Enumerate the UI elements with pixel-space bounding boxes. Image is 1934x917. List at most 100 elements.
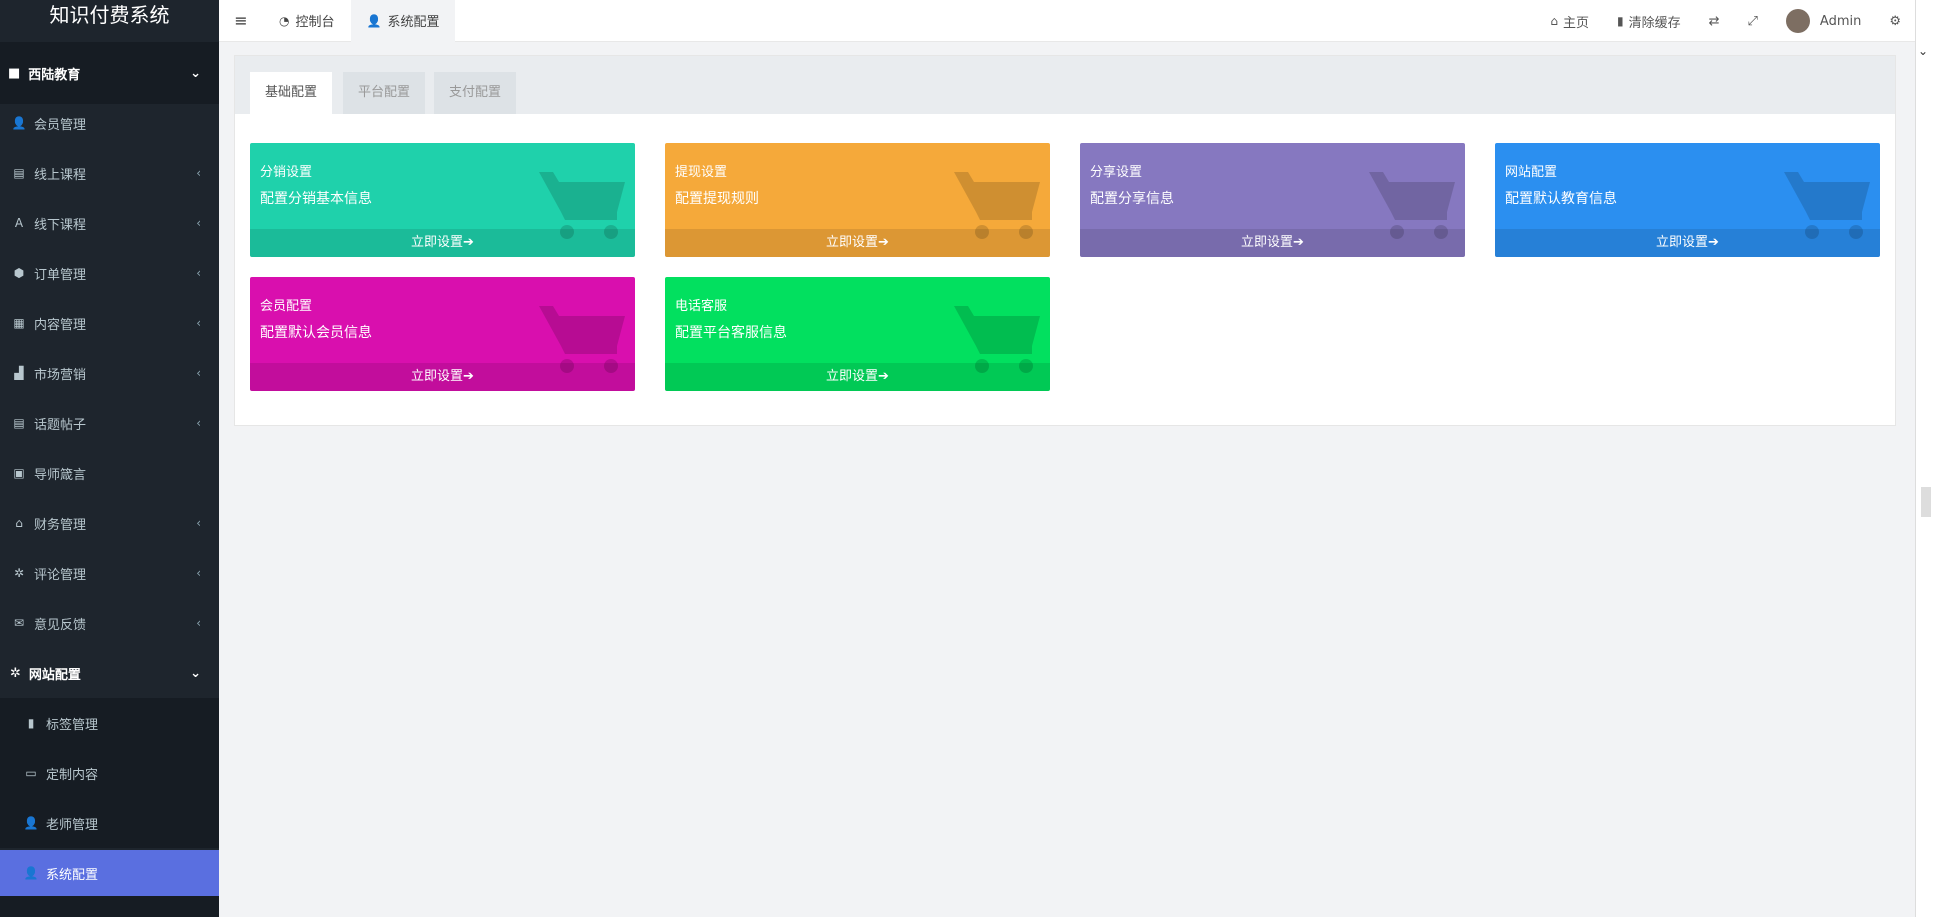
sidebar-item-feedback[interactable]: ✉ 意见反馈 ‹: [0, 598, 219, 648]
card-title: 提现设置: [675, 165, 728, 180]
sidebar-item-finance[interactable]: ⌂ 财务管理 ‹: [0, 498, 219, 548]
sidebar-item-label: 话题帖子: [34, 417, 87, 433]
sidebar-item-teachers[interactable]: 👤 老师管理: [0, 798, 219, 848]
sidebar-item-label: 标签管理: [46, 717, 99, 733]
sidebar-item-custom-content[interactable]: ▭ 定制内容: [0, 748, 219, 798]
chevron-down-icon: ⌄: [1918, 44, 1929, 58]
card-desc: 配置分享信息: [1090, 191, 1174, 207]
chevron-left-icon: ‹: [196, 266, 201, 280]
card-desc: 配置默认教育信息: [1505, 191, 1617, 207]
card-share: 分享设置 配置分享信息 立即设置➔: [1080, 143, 1465, 257]
sidebar-item-topics[interactable]: ▤ 话题帖子 ‹: [0, 398, 219, 448]
card-action-button[interactable]: 立即设置➔: [665, 363, 1050, 391]
card-action-button[interactable]: 立即设置➔: [665, 229, 1050, 257]
folder-open-icon: ▭: [25, 766, 37, 780]
tab-payment-config[interactable]: 支付配置: [434, 72, 517, 114]
avatar: [1785, 9, 1810, 33]
fullscreen-icon: ⤢: [1747, 13, 1758, 29]
chevron-left-icon: ‹: [196, 416, 201, 430]
card-distribution: 分销设置 配置分销基本信息 立即设置➔: [250, 143, 635, 257]
chevron-left-icon: ‹: [196, 616, 201, 630]
dashboard-icon: ◔: [279, 13, 290, 28]
tab-label: 控制台: [295, 15, 335, 30]
envelope-icon: ✉: [13, 616, 25, 630]
sidebar: 知识付费系统 ■ 西陆教育 ⌄ 👤 会员管理 ▤ 线上课程 ‹ A 线下课程 ‹…: [0, 0, 219, 917]
card-site-config: 网站配置 配置默认教育信息 立即设置➔: [1495, 143, 1880, 257]
list-icon: ▦: [13, 316, 25, 330]
card-title: 分享设置: [1090, 165, 1143, 180]
topbar: ≡ ◔ 控制台 👤 系统配置 ⌂ 主页 ▮ 清除缓存 ⇄ ⤢ Admin ⚙: [219, 0, 1915, 42]
sidebar-bottom: [0, 896, 219, 917]
sidebar-group-label: 网站配置: [28, 667, 81, 683]
topbar-right: ⌂ 主页 ▮ 清除缓存 ⇄ ⤢ Admin ⚙: [1536, 0, 1915, 42]
user-menu[interactable]: Admin: [1772, 9, 1875, 33]
cube-icon: ⬢: [13, 266, 25, 280]
chevron-down-icon: ⌄: [190, 665, 201, 681]
card-desc: 配置平台客服信息: [675, 325, 787, 341]
user-name: Admin: [1819, 13, 1862, 29]
sidebar-group-xilu[interactable]: ■ 西陆教育 ⌄: [0, 42, 219, 104]
card-title: 网站配置: [1505, 165, 1558, 180]
gear-icon: ✲: [10, 665, 21, 681]
tab-label: 系统配置: [387, 15, 440, 30]
chevron-left-icon: ‹: [196, 166, 201, 180]
tab-platform-config[interactable]: 平台配置: [343, 72, 426, 114]
sidebar-item-mentor-quotes[interactable]: ▣ 导师箴言: [0, 448, 219, 498]
sidebar-item-label: 内容管理: [34, 317, 87, 333]
sidebar-item-label: 系统配置: [46, 867, 99, 883]
bank-icon: ⌂: [15, 516, 23, 530]
settings-button[interactable]: ⚙: [1875, 14, 1915, 29]
book-icon: ▤: [13, 166, 25, 180]
sidebar-item-label: 订单管理: [34, 267, 87, 283]
sidebar-item-offline-courses[interactable]: A 线下课程 ‹: [0, 198, 219, 248]
sidebar-item-system-config[interactable]: 👤 系统配置: [0, 850, 219, 896]
sidebar-item-label: 线上课程: [34, 167, 87, 183]
file-icon: ▤: [13, 416, 25, 430]
user-icon: 👤: [11, 116, 27, 130]
card-member-config: 会员配置 配置默认会员信息 立即设置➔: [250, 277, 635, 391]
sidebar-item-comments[interactable]: ✲ 评论管理 ‹: [0, 548, 219, 598]
clear-cache-label: 清除缓存: [1628, 15, 1681, 31]
home-link[interactable]: ⌂ 主页: [1536, 12, 1603, 31]
scrollbar-thumb[interactable]: [1921, 487, 1931, 517]
menu-toggle-icon[interactable]: ≡: [219, 11, 263, 30]
calendar-icon: ▣: [13, 466, 25, 480]
right-edge: ⌄: [1915, 0, 1934, 917]
sidebar-item-label: 意见反馈: [34, 617, 87, 633]
sidebar-item-label: 线下课程: [34, 217, 87, 233]
sidebar-item-online-courses[interactable]: ▤ 线上课程 ‹: [0, 148, 219, 198]
card-action-button[interactable]: 立即设置➔: [250, 363, 635, 391]
tab-basic-config[interactable]: 基础配置: [250, 72, 333, 114]
translate-icon: ⇄: [1708, 13, 1720, 29]
industry-icon: ▟: [14, 366, 24, 380]
card-desc: 配置提现规则: [675, 191, 759, 207]
panel-tabs: 基础配置 平台配置 支付配置: [235, 56, 1895, 114]
translate-button[interactable]: ⇄: [1695, 14, 1734, 29]
sidebar-item-label: 市场营销: [34, 367, 87, 383]
chevron-left-icon: ‹: [196, 566, 201, 580]
card-action-button[interactable]: 立即设置➔: [250, 229, 635, 257]
sidebar-item-orders[interactable]: ⬢ 订单管理 ‹: [0, 248, 219, 298]
sidebar-item-members[interactable]: 👤 会员管理: [0, 98, 219, 148]
clear-cache-button[interactable]: ▮ 清除缓存: [1603, 12, 1695, 31]
config-panel: 基础配置 平台配置 支付配置 分销设置 配置分销基本信息 立即设置➔ 提现设置 …: [234, 55, 1896, 426]
card-title: 分销设置: [260, 165, 313, 180]
card-action-button[interactable]: 立即设置➔: [1495, 229, 1880, 257]
card-action-button[interactable]: 立即设置➔: [1080, 229, 1465, 257]
chevron-left-icon: ‹: [196, 316, 201, 330]
sidebar-item-tags[interactable]: ▮ 标签管理: [0, 698, 219, 748]
card-title: 会员配置: [260, 299, 313, 314]
gear-icon: ✲: [13, 566, 25, 580]
card-withdraw: 提现设置 配置提现规则 立即设置➔: [665, 143, 1050, 257]
folder-icon: ■: [8, 65, 21, 81]
sidebar-group-site-config[interactable]: ✲ 网站配置 ⌄: [0, 648, 219, 698]
fullscreen-button[interactable]: ⤢: [1734, 14, 1772, 29]
tab-dashboard[interactable]: ◔ 控制台: [263, 0, 351, 42]
tab-system-config[interactable]: 👤 系统配置: [350, 0, 456, 42]
sidebar-item-marketing[interactable]: ▟ 市场营销 ‹: [0, 348, 219, 398]
bookmark-icon: ▮: [27, 716, 35, 730]
sidebar-item-content[interactable]: ▦ 内容管理 ‹: [0, 298, 219, 348]
chevron-down-icon: ⌄: [190, 65, 201, 81]
chevron-left-icon: ‹: [196, 366, 201, 380]
user-plus-icon: 👤: [23, 866, 39, 880]
